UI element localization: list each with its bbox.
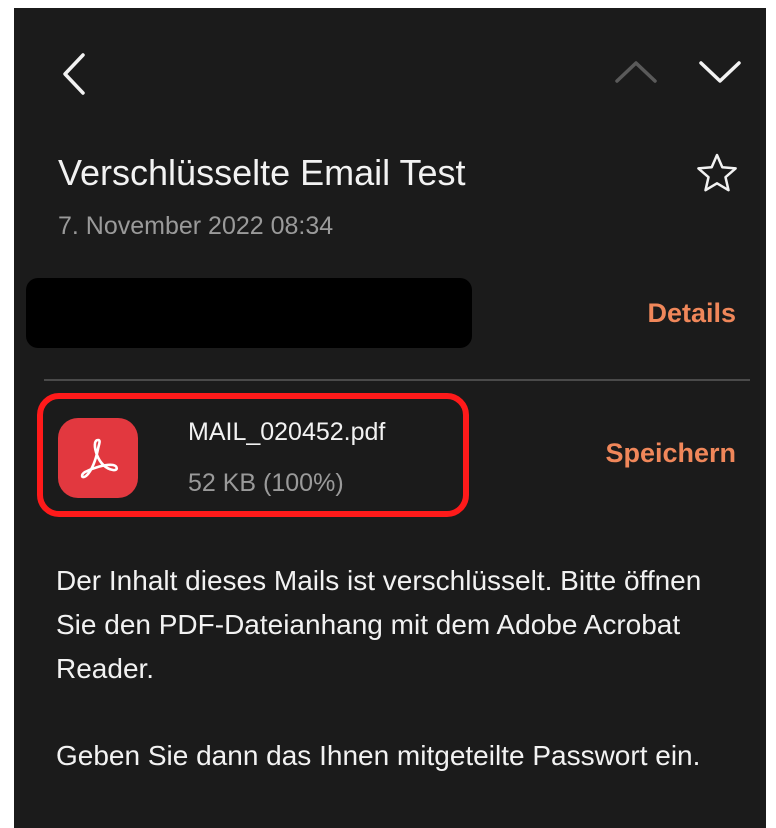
attachment-file-name: MAIL_020452.pdf (188, 418, 386, 446)
acrobat-logo-icon (80, 438, 119, 479)
next-mail-button[interactable] (694, 54, 746, 90)
save-attachment-button[interactable]: Speichern (605, 438, 736, 469)
chevron-up-icon (615, 61, 657, 83)
back-button[interactable] (54, 48, 94, 100)
mail-subject: Verschlüsselte Email Test (58, 152, 466, 193)
mail-date: 7. November 2022 08:34 (58, 212, 334, 240)
sender-redacted-block (26, 278, 472, 348)
star-outline-icon (697, 153, 737, 192)
mail-body-paragraph: Geben Sie dann das Ihnen mitgeteilte Pas… (56, 740, 701, 771)
details-button[interactable]: Details (647, 298, 736, 329)
star-button[interactable] (696, 152, 738, 194)
divider (44, 379, 750, 381)
previous-mail-button[interactable] (610, 54, 662, 90)
attachment-file-size: 52 KB (100%) (188, 469, 344, 497)
chevron-left-icon (63, 53, 85, 95)
pdf-icon (58, 418, 138, 498)
chevron-down-icon (699, 61, 741, 83)
mail-detail-screen: Verschlüsselte Email Test 7. November 20… (14, 8, 766, 828)
mail-body-paragraph: Der Inhalt dieses Mails ist verschlüssel… (56, 565, 702, 684)
